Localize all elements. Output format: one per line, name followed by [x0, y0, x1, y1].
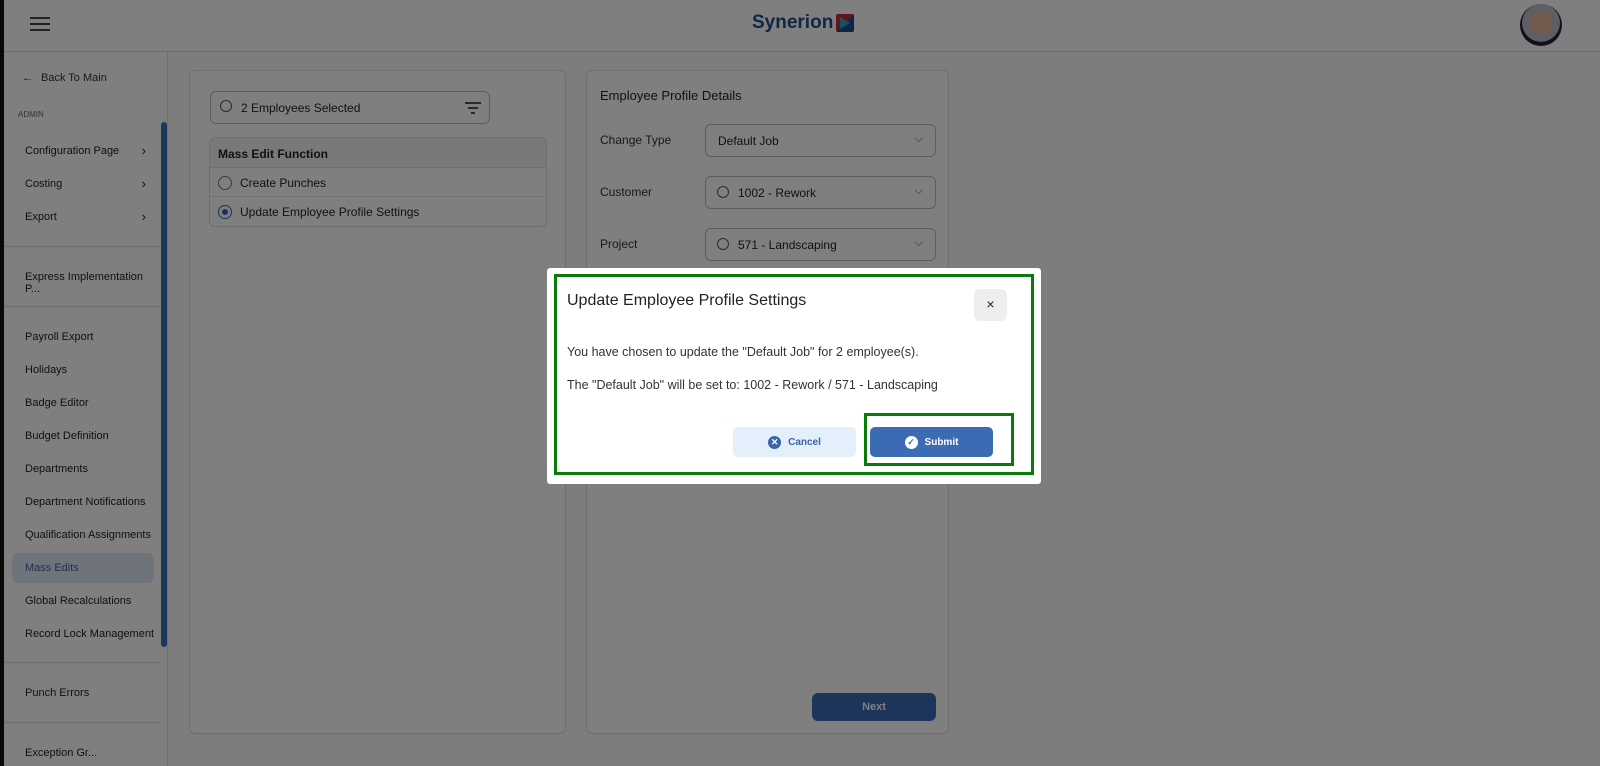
- confirm-dialog: Update Employee Profile Settings × You h…: [547, 268, 1041, 484]
- dialog-title: Update Employee Profile Settings: [567, 292, 807, 309]
- submit-label: Submit: [924, 436, 959, 448]
- dialog-message: You have chosen to update the "Default J…: [567, 345, 919, 359]
- cancel-circle-icon: ✕: [768, 435, 782, 449]
- dialog-detail: The "Default Job" will be set to: 1002 -…: [567, 378, 938, 392]
- check-circle-icon: ✓: [904, 435, 918, 449]
- submit-button[interactable]: ✓ Submit: [870, 427, 993, 457]
- close-button[interactable]: ×: [974, 289, 1007, 321]
- cancel-label: Cancel: [788, 436, 821, 448]
- cancel-button[interactable]: ✕ Cancel: [733, 427, 856, 457]
